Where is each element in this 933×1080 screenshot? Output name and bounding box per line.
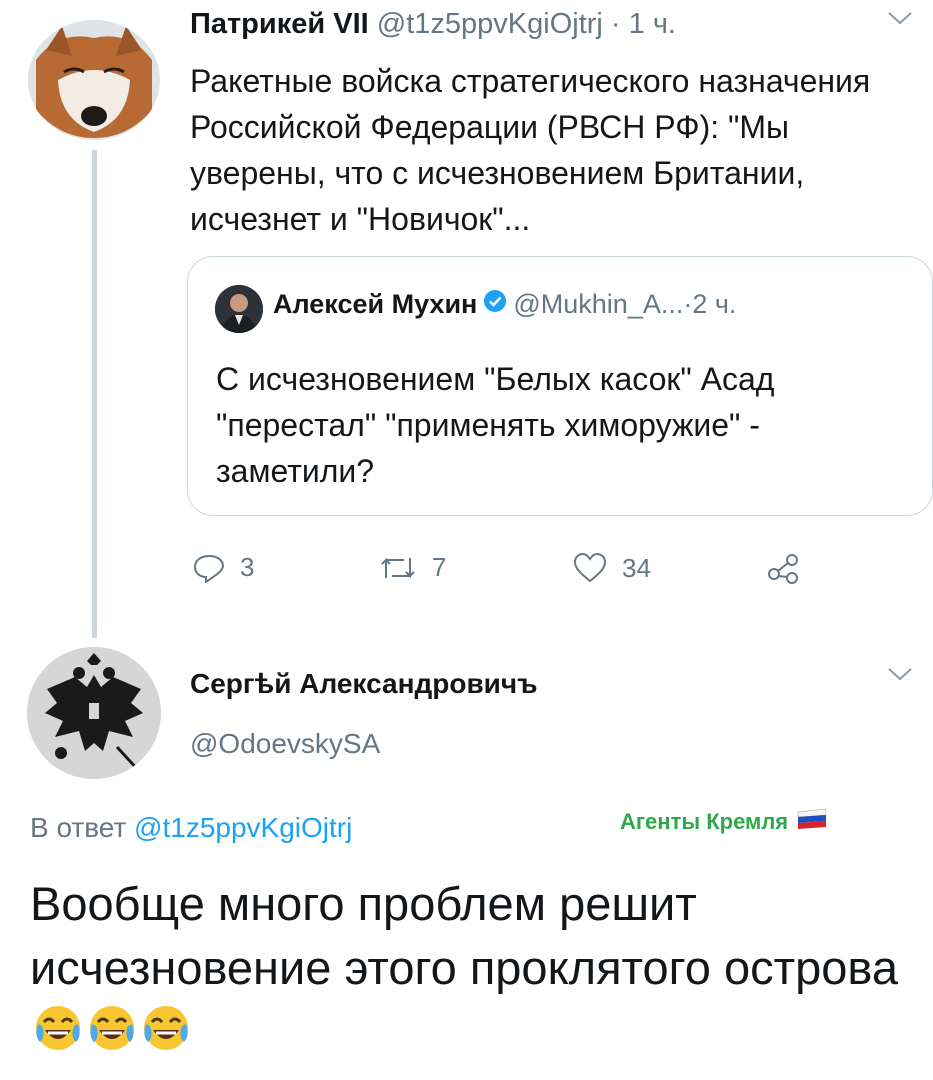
reply-to-line: В ответ @t1z5ppvKgiOjtrj <box>30 812 352 844</box>
quote-author-name[interactable]: Алексей Мухин <box>273 289 477 320</box>
tweet1-separator: · <box>602 8 629 40</box>
watermark-text: Агенты Кремля <box>620 809 789 834</box>
avatar-patrikey[interactable] <box>28 20 160 140</box>
tweet1-handle[interactable]: @t1z5ppvKgiOjtrj <box>377 8 603 40</box>
russian-flag-icon <box>796 808 828 836</box>
tweet1-text: Ракетные войска стратегического назначен… <box>190 63 871 237</box>
tweet2-body: Вообще много проблем решит исчезновение … <box>30 877 899 994</box>
thread-connector <box>92 150 97 638</box>
reply-icon <box>193 554 225 583</box>
reply-button[interactable]: 3 <box>192 552 254 583</box>
avatar-odoevsky[interactable] <box>27 647 161 779</box>
quote-header: Алексей Мухин @Mukhin_A... · 2 ч. <box>273 289 736 320</box>
tears-of-joy-emoji-icon <box>140 1002 192 1070</box>
retweet-button[interactable]: 7 <box>378 552 446 583</box>
tears-of-joy-emoji-icon <box>32 1002 84 1070</box>
quote-handle[interactable]: @Mukhin_A... <box>513 289 683 320</box>
reply-to-prefix: В ответ <box>30 812 135 843</box>
tweet2-author-name[interactable]: Сергѣй Александровичъ <box>190 668 538 700</box>
share-button[interactable] <box>766 552 800 584</box>
person-avatar-icon <box>215 285 263 333</box>
tweet1-author-name[interactable]: Патрикей VII <box>190 8 369 40</box>
tears-of-joy-emoji-icon <box>86 1002 138 1070</box>
tweet2-handle[interactable]: @OdoevskySA <box>190 728 380 760</box>
tweet1-header: Патрикей VII @t1z5ppvKgiOjtrj · 1 ч. <box>190 8 676 41</box>
reply-to-handle-link[interactable]: @t1z5ppvKgiOjtrj <box>134 812 352 843</box>
like-button[interactable]: 34 <box>572 552 651 584</box>
quote-separator: · <box>683 289 693 319</box>
quote-avatar[interactable] <box>215 285 263 333</box>
tweet2-text: Вообще много проблем решит исчезновение … <box>30 872 910 1070</box>
watermark: Агенты Кремля <box>620 808 828 836</box>
share-icon <box>768 554 798 584</box>
quote-time[interactable]: 2 ч. <box>692 289 736 320</box>
like-count: 34 <box>622 552 651 583</box>
like-icon <box>573 552 607 583</box>
fox-avatar-icon <box>28 20 160 140</box>
verified-badge-icon <box>483 289 507 320</box>
retweet-icon <box>381 557 415 578</box>
tweet1-menu-chevron-icon[interactable] <box>887 10 913 31</box>
quote-text: С исчезновением "Белых касок" Асад "пере… <box>216 361 775 489</box>
reply-count: 3 <box>240 552 255 582</box>
retweet-count: 7 <box>432 552 447 582</box>
tweet1-time[interactable]: 1 ч. <box>629 8 676 40</box>
tweet2-menu-chevron-icon[interactable] <box>887 666 913 687</box>
double-headed-eagle-icon <box>27 647 161 779</box>
